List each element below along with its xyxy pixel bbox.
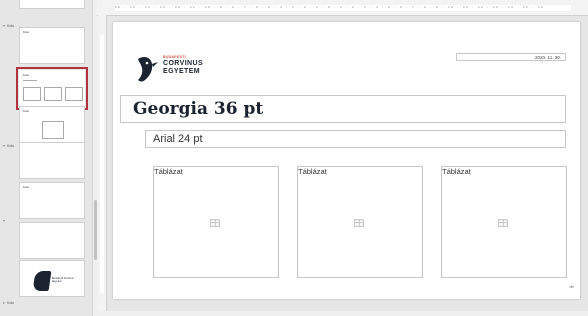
date-placeholder[interactable]: 2020. 11. 30. — [456, 53, 566, 61]
slide-number-placeholder[interactable]: ‹#› — [569, 284, 574, 289]
slide-thumbnail-1[interactable]: Koto — [19, 27, 85, 64]
slide-thumbnail-5[interactable]: Koto — [19, 182, 85, 219]
subtitle-text: Arial 24 pt — [153, 133, 203, 145]
slide-thumbnail-2[interactable]: Koto — [16, 67, 88, 110]
table-placeholder-label: Táblázat — [154, 167, 183, 176]
corvinus-logo-icon — [32, 271, 52, 291]
table-placeholder-2[interactable]: Táblázat — [297, 166, 423, 278]
chevron-down-icon[interactable]: ▾ — [3, 23, 5, 28]
insert-table-icon[interactable] — [354, 219, 364, 227]
slide-canvas[interactable]: BUDAPESTI CORVINUS EGYETEM 2020. 11. 30.… — [113, 22, 580, 299]
corvinus-logo: BUDAPESTI CORVINUS EGYETEM — [135, 55, 225, 83]
thumb-table-placeholder — [65, 87, 83, 101]
slide-thumbnail-top[interactable] — [19, 0, 85, 9]
chevron-right-icon[interactable]: ▸ — [3, 300, 5, 305]
chevron-down-icon[interactable]: ▾ — [3, 218, 5, 223]
thumb-content-placeholder — [42, 121, 64, 139]
thumb-table-placeholder — [23, 87, 41, 101]
scrollbar-thumb[interactable] — [94, 200, 97, 260]
ruler-scale: 16 · 15 · 14 · 13 · 12 · 11 · 10 · 9 · 8… — [115, 5, 571, 11]
title-text: Georgia 36 pt — [133, 99, 264, 119]
section-header-3[interactable]: ▾ — [3, 219, 7, 223]
title-placeholder[interactable]: Georgia 36 pt — [120, 95, 566, 123]
insert-table-icon[interactable] — [210, 219, 220, 227]
table-placeholder-label: Táblázat — [442, 167, 471, 176]
slide-thumbnail-6[interactable] — [19, 222, 85, 259]
section-header-4[interactable]: ▸ Koto — [3, 300, 14, 306]
ruler-scale — [100, 35, 104, 293]
horizontal-ruler[interactable]: 16 · 15 · 14 · 13 · 12 · 11 · 10 · 9 · 8… — [97, 0, 588, 16]
section-header-1[interactable]: ▾ Koto — [3, 23, 14, 29]
thumb-title-line — [23, 80, 37, 81]
table-placeholder-3[interactable]: Táblázat — [441, 166, 567, 278]
raven-logo-icon — [138, 56, 158, 82]
table-placeholder-label: Táblázat — [298, 167, 327, 176]
subtitle-placeholder[interactable]: Arial 24 pt — [145, 130, 566, 148]
insert-table-icon[interactable] — [498, 219, 508, 227]
table-placeholder-1[interactable]: Táblázat — [153, 166, 279, 278]
slide-thumbnail-4[interactable] — [19, 142, 85, 179]
horizontal-scrollbar[interactable] — [97, 311, 588, 316]
section-header-2[interactable]: ▾ Koto — [3, 143, 14, 149]
thumb-table-placeholder — [44, 87, 62, 101]
vertical-ruler[interactable] — [98, 15, 107, 311]
chevron-down-icon[interactable]: ▾ — [3, 143, 5, 148]
slide-thumbnail-3[interactable]: Koto — [19, 106, 85, 143]
slide-thumbnail-cover[interactable]: Budapesti Corvinus Egyetem — [19, 260, 85, 297]
slide-thumbnail-pane[interactable]: ▾ Koto Koto Koto Koto ▾ Koto Koto ▾ Budape… — [0, 0, 92, 316]
